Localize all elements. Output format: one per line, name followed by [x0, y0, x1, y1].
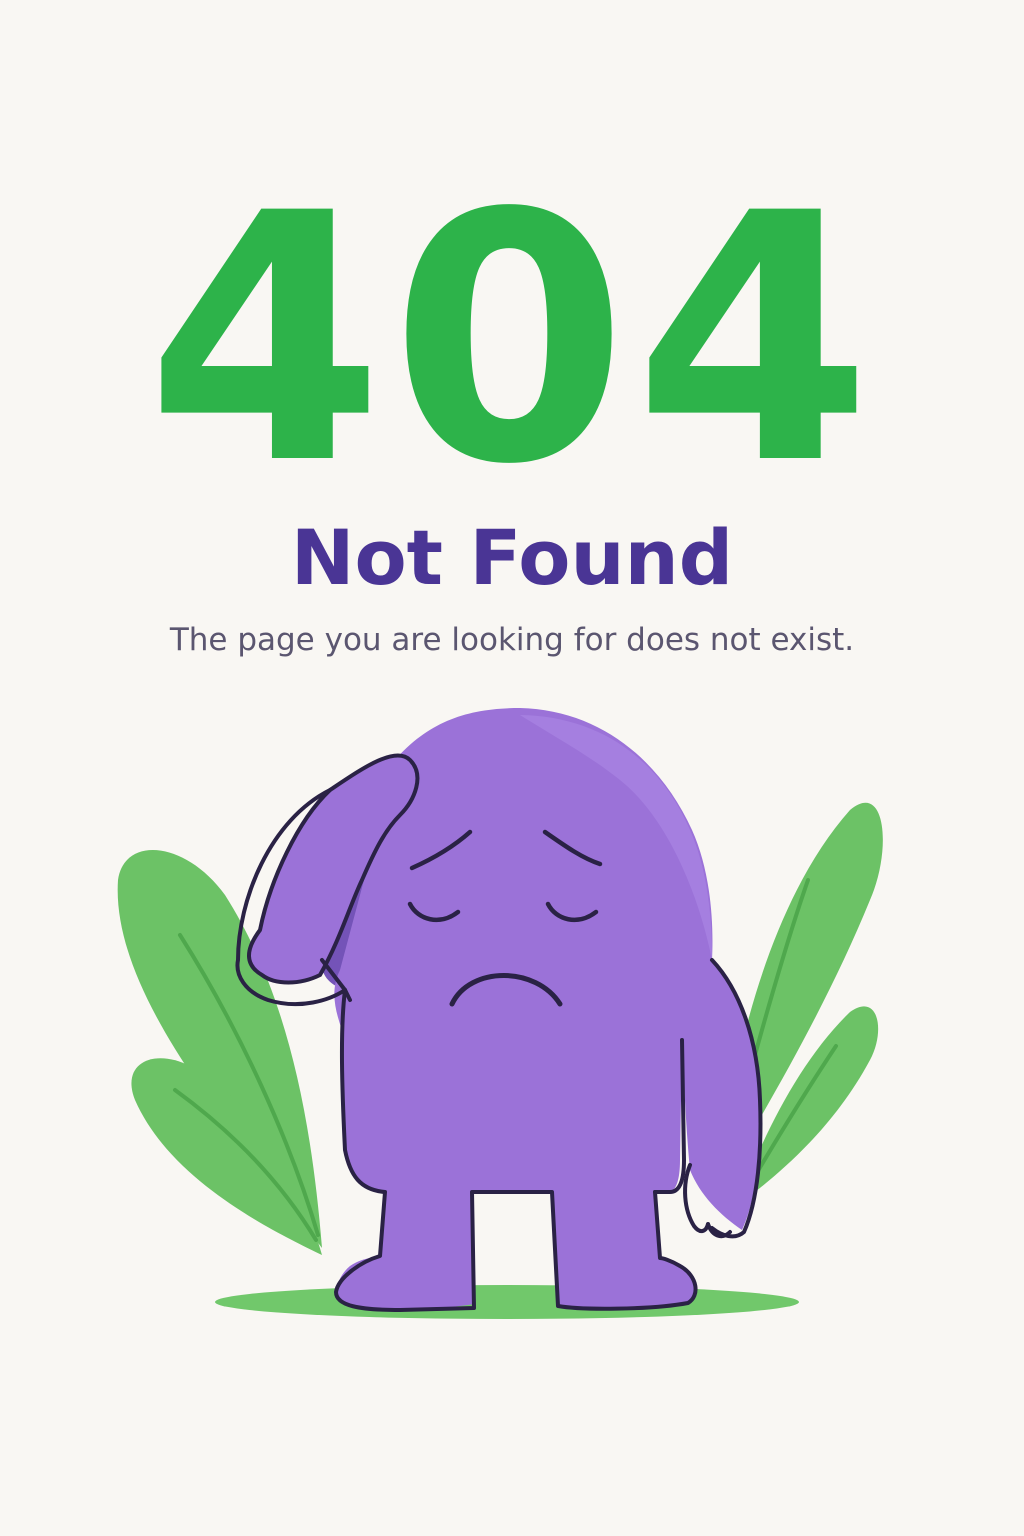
- error-message: The page you are looking for does not ex…: [169, 622, 855, 658]
- error-title: Not Found: [290, 513, 734, 602]
- sad-character-icon: [235, 708, 763, 1312]
- error-code: 404: [146, 141, 878, 539]
- ground-shadow: [215, 1285, 799, 1319]
- left-leaves-icon: [117, 850, 322, 1255]
- right-leaves-icon: [718, 802, 883, 1205]
